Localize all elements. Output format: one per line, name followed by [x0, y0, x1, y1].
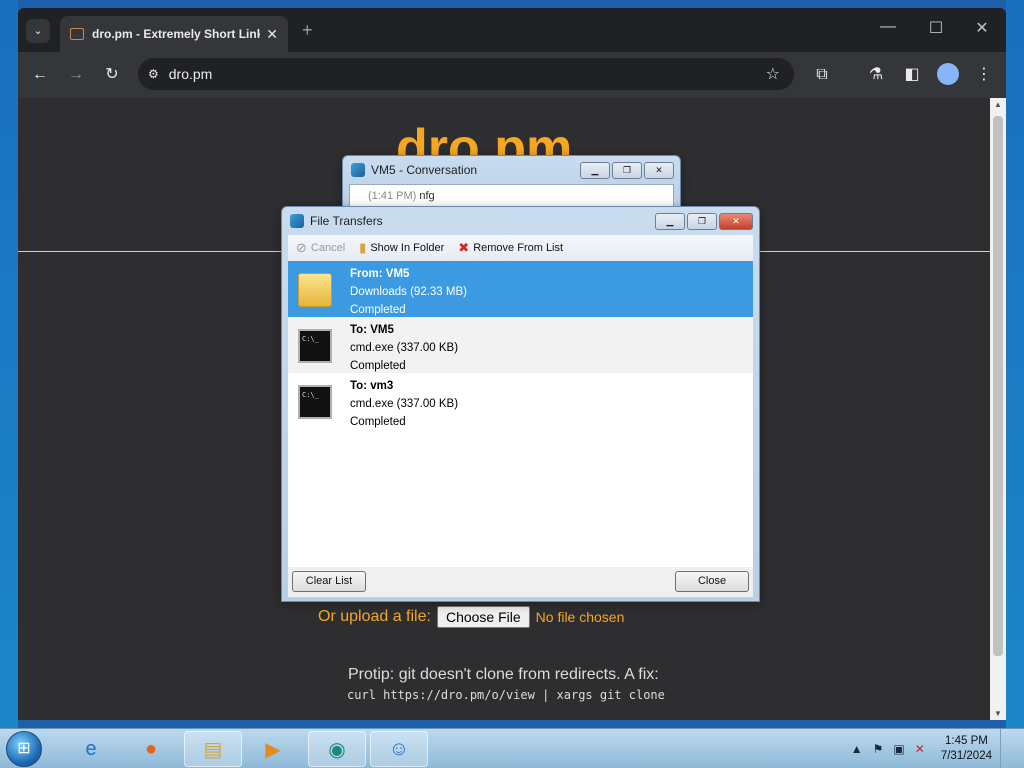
- bookmark-star-icon[interactable]: ☆: [766, 64, 780, 84]
- address-url: dro.pm: [168, 66, 213, 82]
- console-icon: C:\_: [298, 385, 332, 419]
- favicon-icon: [70, 28, 84, 40]
- desktop-background-right: [1006, 0, 1024, 728]
- network-icon[interactable]: ▣: [893, 742, 904, 756]
- desktop-background-left: [0, 0, 18, 728]
- transfer-list[interactable]: From: VM5 Downloads (92.33 MB) Completed…: [288, 261, 753, 567]
- address-bar[interactable]: ⚙ dro.pm ☆: [138, 58, 794, 90]
- file-explorer-icon[interactable]: ▤: [184, 731, 242, 767]
- transfer-status: Completed: [350, 304, 406, 316]
- new-tab-button[interactable]: +: [302, 20, 313, 41]
- git-clone-command: curl https://dro.pm/o/view | xargs git c…: [347, 688, 665, 702]
- remove-from-list-label: Remove From List: [473, 242, 564, 254]
- cancel-transfer-button[interactable]: ⊘ Cancel: [296, 240, 345, 256]
- site-info-icon[interactable]: ⚙: [148, 67, 159, 81]
- remove-from-list-button[interactable]: ✖ Remove From List: [458, 240, 563, 256]
- start-button[interactable]: ⊞: [6, 731, 42, 767]
- convo-restore-button[interactable]: ❐: [612, 162, 642, 179]
- back-arrow-icon[interactable]: ←: [28, 63, 52, 87]
- tab-strip: ⌄ dro.pm - Extremely Short Links ✕ + — ☐…: [18, 8, 1006, 52]
- upload-row: Or upload a file: Choose File No file ch…: [318, 606, 624, 628]
- close-button[interactable]: Close: [675, 571, 749, 592]
- red-x-icon: ✖: [458, 240, 470, 255]
- upload-label: Or upload a file:: [318, 608, 431, 625]
- ft-close-button[interactable]: ✕: [719, 213, 753, 230]
- conversation-title: VM5 - Conversation: [371, 163, 478, 177]
- convo-minimize-button[interactable]: ▁: [580, 162, 610, 179]
- cancel-icon: ⊘: [296, 240, 307, 255]
- message-text: nfg: [419, 190, 435, 202]
- messenger-app-icon[interactable]: ☺: [370, 731, 428, 767]
- profile-avatar-icon[interactable]: [937, 63, 959, 85]
- chrome-app-icon[interactable]: ◉: [308, 731, 366, 767]
- menu-kebab-icon[interactable]: ⋮: [972, 63, 996, 87]
- action-center-flag-icon[interactable]: ⚑: [873, 742, 884, 756]
- protip-text: Protip: git doesn't clone from redirects…: [348, 666, 659, 683]
- transfer-status: Completed: [350, 416, 406, 428]
- window-maximize-button[interactable]: ☐: [916, 18, 956, 38]
- transfer-item[interactable]: C:\_ To: vm3 cmd.exe (337.00 KB) Complet…: [288, 373, 753, 429]
- transfer-file: cmd.exe (337.00 KB): [350, 398, 459, 410]
- internet-explorer-icon[interactable]: e: [62, 731, 120, 767]
- scroll-down-arrow-icon[interactable]: ▼: [990, 709, 1006, 718]
- conversation-app-icon: [351, 163, 365, 177]
- ft-maximize-button[interactable]: ❐: [687, 213, 717, 230]
- tab-search-button[interactable]: ⌄: [26, 19, 50, 43]
- scroll-up-arrow-icon[interactable]: ▲: [990, 100, 1006, 109]
- tray-expand-icon[interactable]: ▲: [851, 742, 863, 756]
- clock[interactable]: 1:45 PM 7/31/2024: [941, 734, 992, 764]
- ft-command-bar: ⊘ Cancel ▮ Show In Folder ✖ Remove From …: [288, 235, 753, 261]
- ft-footer: Clear List Close: [288, 567, 753, 597]
- window-minimize-button[interactable]: —: [868, 18, 908, 36]
- tab-dro-pm[interactable]: dro.pm - Extremely Short Links ✕: [60, 16, 288, 52]
- media-player-icon[interactable]: ▶: [244, 731, 302, 767]
- tab-close-icon[interactable]: ✕: [266, 26, 278, 43]
- show-in-folder-label: Show In Folder: [370, 242, 445, 254]
- message-time: (1:41 PM): [368, 190, 417, 202]
- transfer-direction: To: VM5: [350, 324, 394, 336]
- folder-icon: [298, 273, 332, 307]
- volume-muted-icon[interactable]: ✕: [915, 742, 925, 756]
- transfer-item[interactable]: C:\_ To: VM5 cmd.exe (337.00 KB) Complet…: [288, 317, 753, 373]
- transfer-direction: To: vm3: [350, 380, 394, 392]
- transfer-file: Downloads (92.33 MB): [350, 286, 467, 298]
- clear-list-button[interactable]: Clear List: [292, 571, 366, 592]
- convo-close-button[interactable]: ✕: [644, 162, 674, 179]
- reload-icon[interactable]: ↻: [100, 63, 124, 87]
- browser-toolbar: ← → ↻ ⚙ dro.pm ☆ ⧉ ⚗ ◧ ⋮: [18, 52, 1006, 98]
- transfer-file: cmd.exe (337.00 KB): [350, 342, 459, 354]
- transfer-item[interactable]: From: VM5 Downloads (92.33 MB) Completed: [288, 261, 753, 317]
- no-file-chosen-text: No file chosen: [535, 609, 625, 625]
- file-transfers-app-icon: [290, 214, 304, 228]
- choose-file-button[interactable]: Choose File: [436, 606, 530, 628]
- transfer-status: Completed: [350, 360, 406, 372]
- ft-minimize-button[interactable]: ▁: [655, 213, 685, 230]
- file-transfers-window: File Transfers ▁ ❐ ✕ ⊘ Cancel ▮ Show In …: [281, 206, 760, 602]
- window-close-button[interactable]: ✕: [962, 18, 1002, 38]
- taskbar: ⊞ e ● ▤ ▶ ◉ ☺ ▲ ⚑ ▣ ✕ 1:45 PM 7/31/2024: [0, 728, 1024, 768]
- clock-time: 1:45 PM: [945, 735, 988, 747]
- forward-arrow-icon[interactable]: →: [64, 63, 88, 87]
- console-icon: C:\_: [298, 329, 332, 363]
- labs-flask-icon[interactable]: ⚗: [864, 63, 888, 87]
- system-tray: ▲ ⚑ ▣ ✕ 1:45 PM 7/31/2024: [851, 729, 1014, 768]
- cancel-label: Cancel: [310, 242, 346, 254]
- tab-title: dro.pm - Extremely Short Links: [92, 27, 261, 41]
- file-transfers-title: File Transfers: [310, 214, 383, 228]
- firefox-icon[interactable]: ●: [122, 731, 180, 767]
- show-desktop-button[interactable]: [1000, 729, 1014, 768]
- show-in-folder-button[interactable]: ▮ Show In Folder: [359, 240, 444, 256]
- folder-icon: ▮: [359, 240, 367, 255]
- side-panel-icon[interactable]: ◧: [900, 63, 924, 87]
- extensions-icon[interactable]: ⧉: [810, 63, 834, 87]
- transfer-direction: From: VM5: [350, 268, 410, 280]
- scroll-thumb[interactable]: [993, 116, 1003, 656]
- clock-date: 7/31/2024: [940, 750, 992, 762]
- page-scrollbar[interactable]: ▲ ▼: [990, 98, 1006, 720]
